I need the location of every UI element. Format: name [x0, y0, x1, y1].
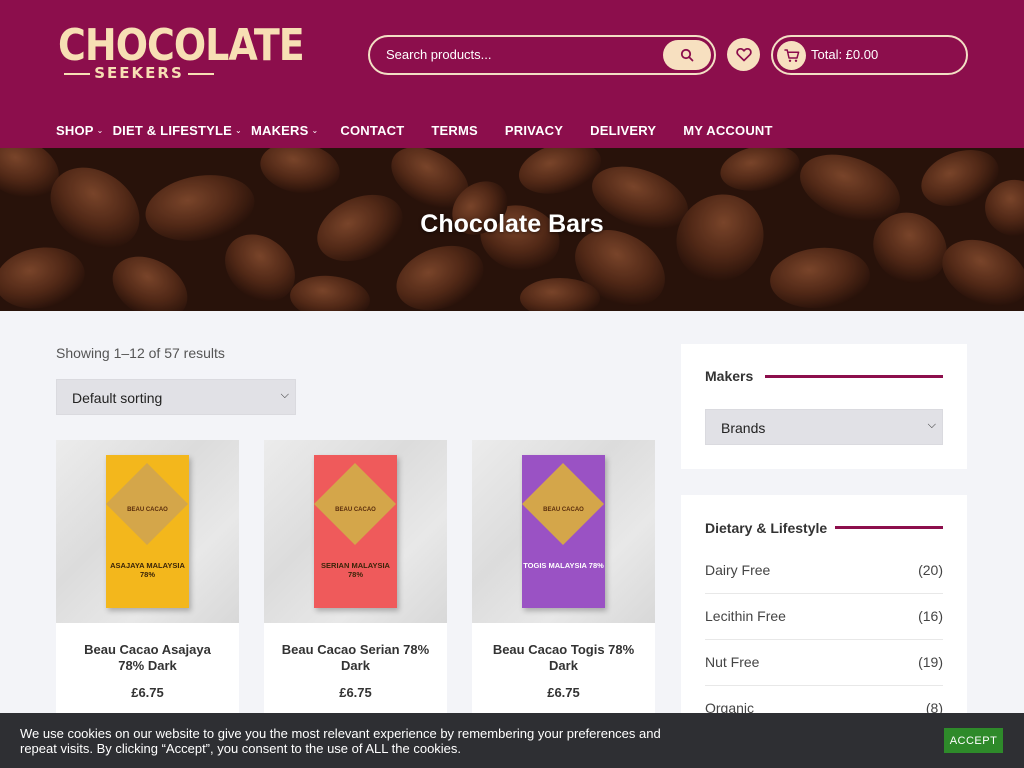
- dietary-title: Dietary & Lifestyle: [705, 520, 828, 536]
- product-card[interactable]: BEAU CACAO TOGIS MALAYSIA 78% Beau Cacao…: [472, 440, 655, 740]
- chocolate-bar-packaging: BEAU CACAO SERIAN MALAYSIA 78%: [313, 455, 397, 608]
- filter-count: (20): [918, 562, 943, 578]
- pack-brand: BEAU CACAO: [127, 507, 168, 513]
- filter-label[interactable]: Lecithin Free: [705, 608, 786, 624]
- product-title[interactable]: Beau Cacao Togis 78% Dark: [486, 642, 641, 674]
- nav-label: DELIVERY: [590, 122, 657, 138]
- nav-label: CONTACT: [340, 122, 405, 138]
- cart-button[interactable]: [777, 41, 806, 70]
- filter-count: (16): [918, 608, 943, 624]
- pack-brand: BEAU CACAO: [543, 507, 584, 513]
- nav-label: SHOP: [56, 122, 94, 138]
- chocolate-bar-packaging: BEAU CACAO TOGIS MALAYSIA 78%: [521, 455, 605, 608]
- dietary-widget: Dietary & Lifestyle Dairy Free (20) Leci…: [681, 495, 967, 732]
- brands-select-value: Brands: [721, 420, 766, 436]
- nav-item-terms[interactable]: TERMS: [431, 123, 478, 138]
- chevron-down-icon: ⌄: [235, 125, 242, 135]
- chevron-down-icon: ⌄: [96, 125, 104, 135]
- nav-label: PRIVACY: [504, 122, 564, 138]
- logo-wordmark-top: CHOCOLATE: [58, 19, 305, 71]
- filter-label[interactable]: Dairy Free: [705, 562, 770, 578]
- filter-item-lecithin-free[interactable]: Lecithin Free (16): [705, 594, 943, 640]
- product-image[interactable]: BEAU CACAO SERIAN MALAYSIA 78%: [264, 440, 447, 623]
- sort-select[interactable]: Default sorting ⌵: [56, 379, 296, 415]
- hero-banner: Chocolate Bars: [0, 148, 1024, 311]
- nav-item-my-account[interactable]: MY ACCOUNT: [683, 123, 772, 138]
- nav-item-diet-lifestyle[interactable]: DIET & LIFESTYLE ⌄: [113, 123, 242, 138]
- search-icon: [680, 48, 694, 62]
- accept-cookies-button[interactable]: ACCEPT: [944, 728, 1003, 753]
- heart-icon: [735, 48, 752, 62]
- product-title[interactable]: Beau Cacao Serian 78% Dark: [278, 642, 433, 674]
- product-price: £6.75: [547, 685, 580, 700]
- nav-label: MY ACCOUNT: [683, 122, 773, 138]
- pack-brand: BEAU CACAO: [335, 507, 376, 513]
- nav-item-contact[interactable]: CONTACT: [340, 123, 404, 138]
- wishlist-button[interactable]: [727, 38, 760, 71]
- nav-item-privacy[interactable]: PRIVACY: [505, 123, 563, 138]
- cart-icon: [783, 49, 799, 62]
- brands-select[interactable]: Brands ⌵: [705, 409, 943, 445]
- search-button[interactable]: [663, 40, 711, 70]
- pack-origin: SERIAN MALAYSIA 78%: [321, 561, 390, 579]
- product-card[interactable]: BEAU CACAO SERIAN MALAYSIA 78% Beau Caca…: [264, 440, 447, 740]
- search-bar[interactable]: Search products...: [368, 35, 716, 75]
- nav-label: MAKERS: [250, 122, 309, 138]
- chevron-down-icon: ⌵: [927, 419, 936, 431]
- nav-item-makers[interactable]: MAKERS ⌄: [251, 123, 318, 138]
- product-card[interactable]: BEAU CACAO ASAJAYA MALAYSIA 78% Beau Cac…: [56, 440, 239, 740]
- filter-item-dairy-free[interactable]: Dairy Free (20): [705, 548, 943, 594]
- title-divider: [765, 375, 943, 378]
- cookie-banner: We use cookies on our website to give yo…: [0, 713, 1024, 768]
- pack-origin: ASAJAYA MALAYSIA 78%: [110, 561, 185, 579]
- page-title: Chocolate Bars: [420, 210, 604, 238]
- nav-label: DIET & LIFESTYLE: [112, 122, 233, 138]
- chevron-down-icon: ⌵: [280, 389, 289, 401]
- product-image[interactable]: BEAU CACAO TOGIS MALAYSIA 78%: [472, 440, 655, 623]
- nav-item-shop[interactable]: SHOP ⌄: [56, 123, 104, 138]
- cart-total[interactable]: Total: £0.00: [811, 47, 878, 62]
- makers-title: Makers: [705, 368, 754, 384]
- sort-select-value: Default sorting: [72, 390, 163, 406]
- site-header: CHOCOLATE SEEKERS Search products... Tot…: [0, 0, 1024, 148]
- search-input[interactable]: Search products...: [386, 47, 492, 62]
- chevron-down-icon: ⌄: [311, 125, 319, 135]
- makers-widget: Makers Brands ⌵: [681, 344, 967, 469]
- nav-item-delivery[interactable]: DELIVERY: [590, 123, 656, 138]
- cookie-message: We use cookies on our website to give yo…: [20, 726, 661, 756]
- chocolate-bar-packaging: BEAU CACAO ASAJAYA MALAYSIA 78%: [105, 455, 189, 608]
- filter-item-nut-free[interactable]: Nut Free (19): [705, 640, 943, 686]
- site-logo[interactable]: CHOCOLATE SEEKERS: [58, 19, 305, 84]
- title-divider: [835, 526, 943, 529]
- results-count: Showing 1–12 of 57 results: [56, 345, 225, 361]
- product-price: £6.75: [131, 685, 164, 700]
- filter-label[interactable]: Nut Free: [705, 654, 759, 670]
- logo-wordmark-bottom: SEEKERS: [58, 64, 220, 82]
- cart-summary[interactable]: Total: £0.00: [771, 35, 968, 75]
- filter-count: (19): [918, 654, 943, 670]
- product-image[interactable]: BEAU CACAO ASAJAYA MALAYSIA 78%: [56, 440, 239, 623]
- logo-seekers-text: SEEKERS: [94, 64, 184, 82]
- pack-origin: TOGIS MALAYSIA 78%: [523, 561, 604, 570]
- product-price: £6.75: [339, 685, 372, 700]
- product-title[interactable]: Beau Cacao Asajaya 78% Dark: [70, 642, 225, 674]
- main-nav: SHOP ⌄ DIET & LIFESTYLE ⌄ MAKERS ⌄ CONTACT …: [56, 120, 800, 140]
- nav-label: TERMS: [431, 122, 478, 138]
